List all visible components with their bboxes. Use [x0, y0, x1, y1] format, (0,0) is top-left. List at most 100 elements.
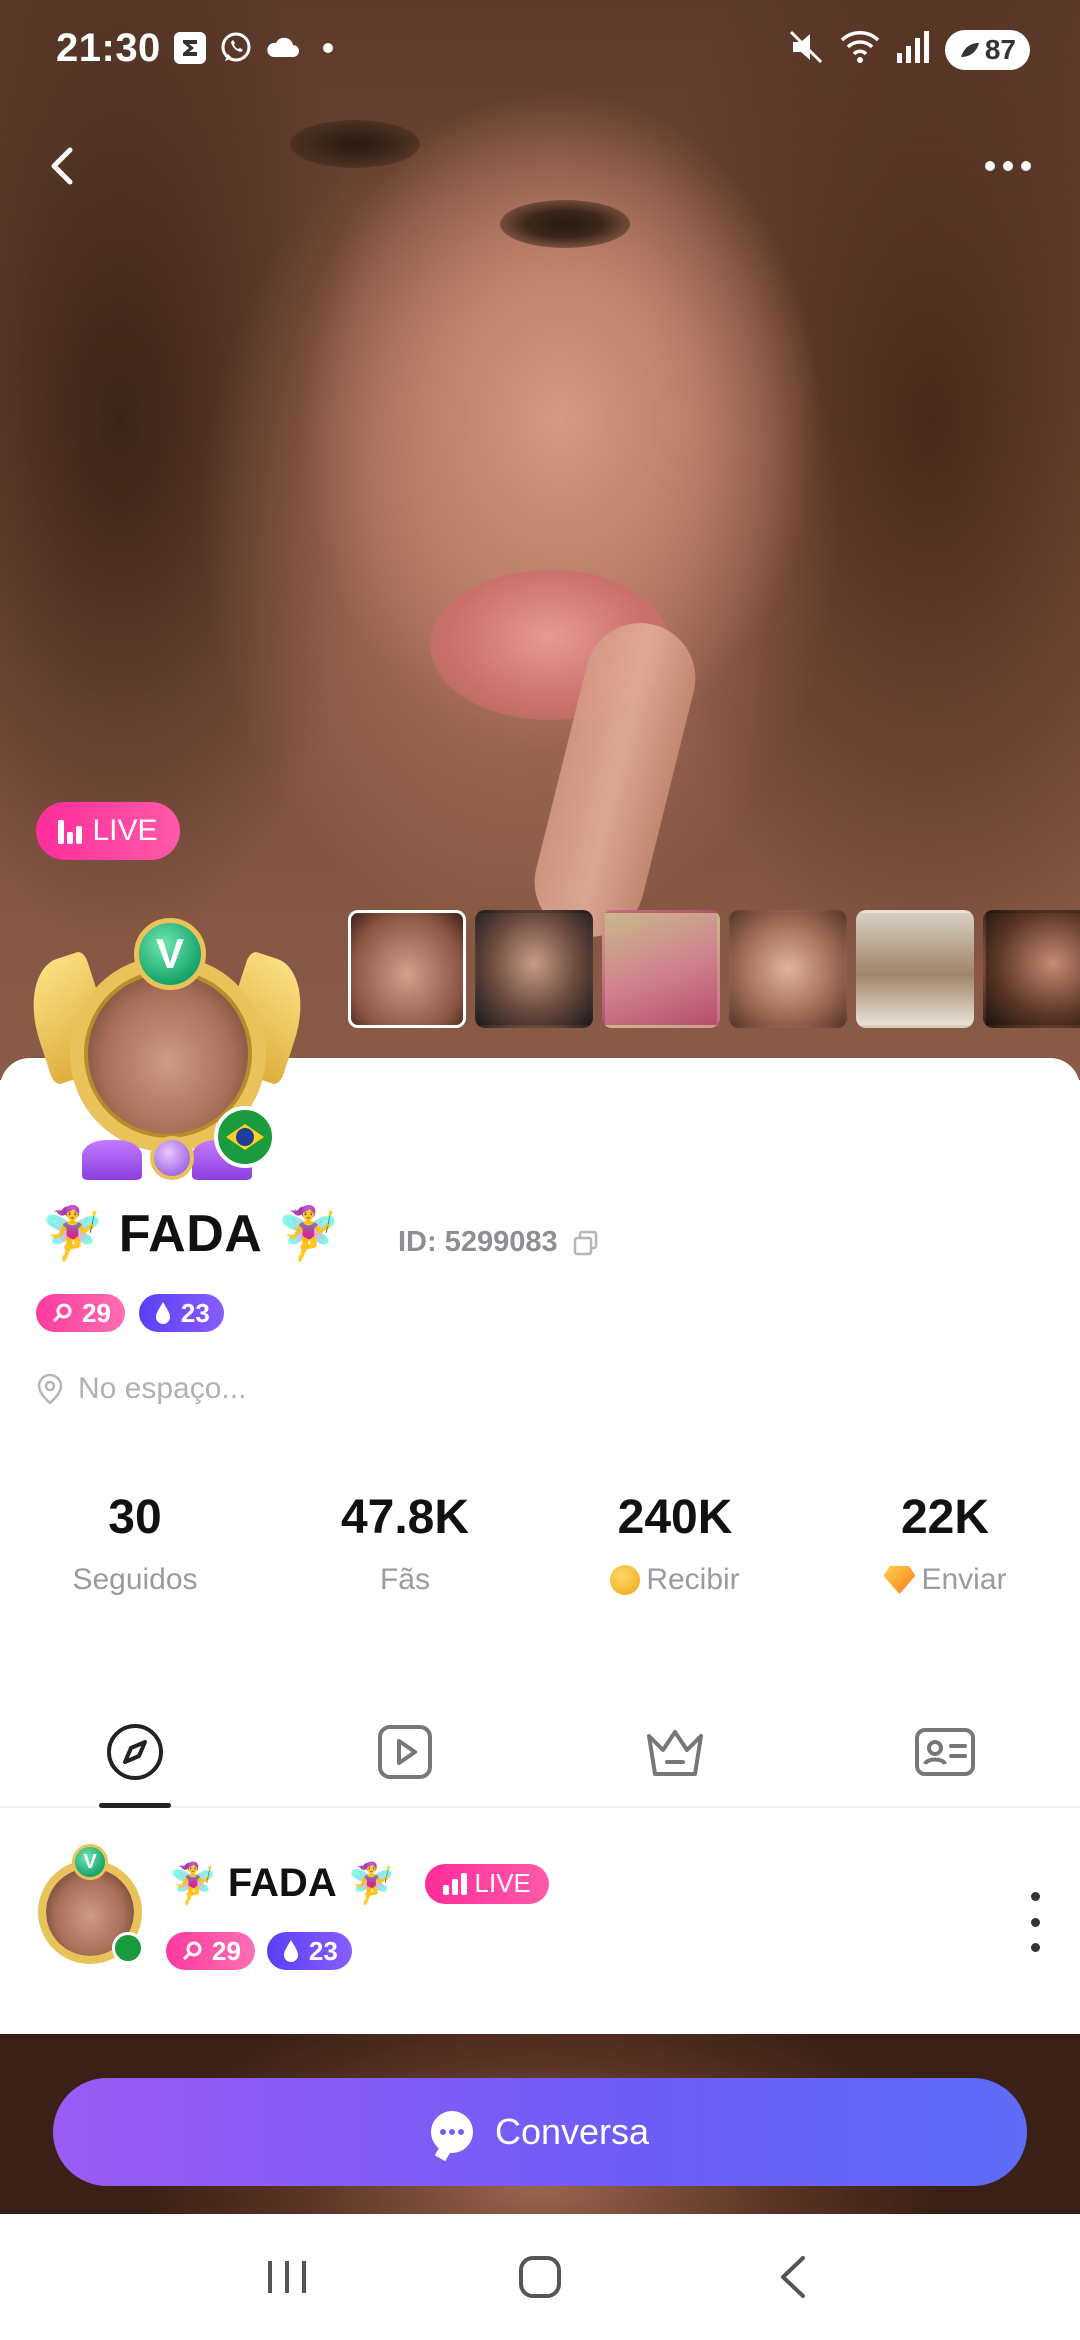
verified-v-icon: V [72, 1844, 108, 1880]
live-label: LIVE [474, 1868, 531, 1898]
more-dots-icon [1030, 1892, 1040, 1901]
stat-label: Fãs [379, 1563, 430, 1596]
gem-icon [150, 1136, 194, 1180]
stat-value: 30 [108, 1491, 162, 1544]
stat-label: Enviar [921, 1563, 1007, 1596]
more-dots-icon [1003, 161, 1013, 171]
live-bars-icon [442, 1872, 467, 1895]
fairy-emoji-icon: 🧚‍♀️ [168, 1862, 218, 1906]
fairy-emoji-icon: 🧚‍♀️ [40, 1205, 105, 1263]
tab-moments[interactable] [0, 1712, 270, 1808]
tab-profile-info[interactable] [810, 1712, 1080, 1806]
photo-thumbnail[interactable] [602, 910, 720, 1028]
system-navigation-bar [0, 2214, 1080, 2340]
stat-received[interactable]: 240K Recibir [540, 1490, 810, 1597]
recents-button[interactable] [252, 2242, 322, 2312]
chat-button-label: Conversa [494, 2111, 650, 2152]
post-avatar[interactable]: V [20, 1840, 160, 1980]
stat-label: Seguidos [72, 1563, 198, 1596]
wifi-icon [839, 28, 881, 71]
tab-ranking[interactable] [540, 1712, 810, 1806]
photo-thumbnail[interactable] [348, 910, 466, 1028]
stat-sent[interactable]: 22K Enviar [810, 1490, 1080, 1597]
drop-icon [283, 1940, 298, 1962]
more-dots-icon [1030, 1943, 1040, 1952]
photo-thumbnail-strip [348, 910, 1080, 1028]
compass-icon [107, 1724, 163, 1780]
stat-value: 22K [900, 1491, 990, 1544]
diamond-icon [883, 1566, 916, 1594]
post-more-button[interactable] [1020, 1892, 1050, 1952]
post-author-name[interactable]: FADA [228, 1861, 337, 1906]
link-icon [182, 1941, 202, 1961]
mute-icon [787, 28, 825, 71]
signal-icon [895, 29, 931, 70]
chevron-left-icon [51, 147, 73, 185]
profile-card-icon [915, 1728, 975, 1776]
home-button[interactable] [505, 2242, 575, 2312]
photo-thumbnail[interactable] [475, 910, 593, 1028]
back-button[interactable] [36, 138, 92, 194]
more-dots-icon [985, 161, 995, 171]
status-time: 21:30 [56, 26, 161, 70]
profile-name: FADA [118, 1205, 263, 1263]
stat-following[interactable]: 30 Seguidos [0, 1490, 270, 1597]
photo-thumbnail[interactable] [856, 910, 974, 1028]
more-dots-icon [1021, 161, 1031, 171]
crown-icon [647, 1730, 703, 1776]
cloud-icon [264, 30, 300, 66]
avatar[interactable]: V [17, 910, 317, 1200]
photo-thumbnail[interactable] [983, 910, 1080, 1028]
copy-icon[interactable] [572, 1229, 600, 1257]
charm-level-badge: 23 [138, 1294, 224, 1332]
post-header: V 🧚‍♀️ FADA 🧚‍♀️ LIVE 29 23 [0, 1840, 1080, 2030]
drop-icon [155, 1302, 170, 1324]
frame-decoration [82, 1140, 142, 1180]
charm-level-value: 23 [180, 1297, 210, 1328]
verified-v-icon: V [134, 918, 206, 990]
stat-value: 240K [617, 1491, 733, 1544]
coin-icon [610, 1565, 641, 1595]
brazil-flag-icon [214, 1106, 276, 1168]
chat-button[interactable]: Conversa [53, 2078, 1027, 2186]
brazil-flag-icon [112, 1932, 144, 1964]
whatsapp-icon [218, 30, 254, 66]
live-bars-icon [58, 818, 83, 844]
home-icon [518, 2256, 561, 2298]
more-dots-icon [1030, 1917, 1040, 1927]
charm-level-value: 23 [308, 1935, 338, 1966]
profile-id: ID: 5299083 [398, 1226, 558, 1258]
wealth-level-badge: 29 [36, 1294, 125, 1332]
charm-level-badge: 23 [266, 1932, 352, 1970]
live-badge[interactable]: LIVE [36, 802, 180, 860]
sigma-app-icon [172, 30, 208, 66]
wealth-level-badge: 29 [166, 1932, 255, 1970]
stat-fans[interactable]: 47.8K Fãs [270, 1490, 540, 1597]
level-badges: 29 23 [36, 1294, 224, 1332]
battery-icon: 87 [944, 29, 1030, 70]
status-bar: 21:30 87 [0, 0, 1080, 100]
recents-icon [267, 2261, 306, 2293]
chat-bubble-icon [430, 2111, 473, 2153]
photo-detail [290, 120, 420, 168]
battery-level: 87 [984, 33, 1016, 65]
location-row: No espaço... [36, 1372, 246, 1406]
photo-detail [500, 200, 630, 248]
location-pin-icon [37, 1373, 63, 1405]
fairy-emoji-icon: 🧚‍♀️ [346, 1862, 397, 1906]
photo-thumbnail[interactable] [729, 910, 847, 1028]
system-back-button[interactable] [758, 2242, 828, 2312]
location-text: No espaço... [78, 1372, 247, 1405]
stats-row: 30 Seguidos 47.8K Fãs 240K Recibir 22K E… [0, 1490, 1080, 1597]
stat-value: 47.8K [340, 1491, 470, 1544]
more-options-button[interactable] [968, 138, 1048, 194]
profile-id-row: ID: 5299083 [398, 1226, 600, 1259]
profile-name-row: 🧚‍♀️ FADA 🧚‍♀️ [40, 1204, 341, 1264]
video-play-icon [378, 1725, 432, 1779]
stat-label: Recibir [646, 1563, 740, 1596]
dot-icon [310, 30, 346, 66]
back-icon [781, 2256, 806, 2298]
tab-videos[interactable] [270, 1712, 540, 1806]
wealth-level-value: 29 [212, 1935, 241, 1966]
post-live-badge[interactable]: LIVE [424, 1863, 549, 1904]
